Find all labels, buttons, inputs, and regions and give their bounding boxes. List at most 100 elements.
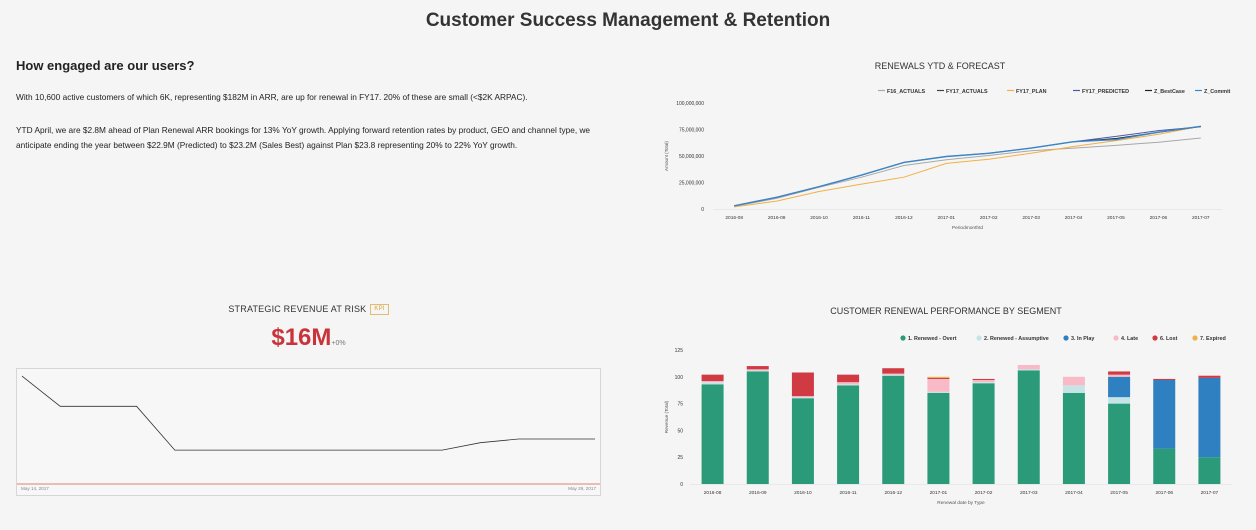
segment-ytick-label-3: 75: [677, 402, 683, 408]
segment-bar-4-3: [882, 373, 905, 375]
segment-bar-4-4: [882, 368, 905, 374]
risk-sparkline-box[interactable]: May 14, 2017 May 29, 2017: [16, 368, 601, 496]
renewals-xlabel: Periodmonthtd: [952, 225, 984, 231]
segment-xtick-label-5: 2017-01: [930, 490, 948, 496]
segment-xtick-label-11: 2017-07: [1201, 490, 1219, 496]
legend-label-2: 3. In Play: [1071, 336, 1094, 342]
segment-xtick-label-2: 2016-10: [794, 490, 812, 496]
renewals-xtick-label-5: 2017-01: [937, 215, 955, 221]
legend-label-5: 7. Expired: [1200, 336, 1226, 342]
kpi-row: $16M+0%: [16, 324, 601, 360]
legend-label-1: 2. Renewed - Assumptive: [984, 336, 1049, 342]
segment-bar-10-0: [1153, 448, 1176, 484]
segment-bar-2-1: [791, 397, 814, 399]
segment-bar-1-4: [746, 366, 769, 370]
segment-bar-9-2: [1108, 376, 1131, 398]
kpi-value: $16M: [271, 324, 332, 351]
segment-bar-8-3: [1062, 376, 1085, 386]
segment-bar-0-1: [701, 382, 724, 385]
segment-bar-9-1: [1108, 397, 1131, 404]
renewals-ytick-label-2: 50,000,000: [679, 154, 704, 160]
risk-title: STRATEGIC REVENUE AT RISK: [228, 304, 367, 314]
segment-bar-11-2: [1198, 377, 1221, 458]
segment-bar-6-1: [972, 382, 995, 384]
renewals-ytick-label-3: 75,000,000: [679, 128, 704, 134]
segment-ytick-label-1: 25: [677, 455, 683, 461]
renewals-xtick-label-8: 2017-04: [1065, 215, 1083, 221]
segment-bar-7-3: [1017, 365, 1040, 370]
renewals-xtick-label-1: 2016-09: [768, 215, 786, 221]
risk-start-date: May 14, 2017: [21, 486, 49, 491]
renewals-title: RENEWALS YTD & FORECAST: [875, 61, 1006, 71]
renewals-xtick-label-9: 2017-05: [1107, 215, 1125, 221]
renewals-ytick-label-1: 25,000,000: [679, 181, 704, 187]
risk-series-line: [21, 375, 595, 451]
segment-bar-9-4: [1108, 371, 1131, 375]
segment-chart: CUSTOMER RENEWAL PERFORMANCE BY SEGMENT 1…: [664, 306, 1232, 506]
engagement-panel: How engaged are our users? With 10,600 a…: [16, 58, 606, 171]
legend-label-1: FY17_ACTUALS: [946, 89, 988, 95]
legend-dot-0: [900, 335, 906, 341]
segment-bar-1-0: [746, 371, 769, 484]
renewals-xtick-label-11: 2017-07: [1192, 215, 1210, 221]
segment-bar-0-3: [701, 381, 724, 383]
segment-bar-8-1: [1062, 385, 1085, 393]
segment-bar-4-1: [882, 374, 905, 376]
renewals-series-line-0: [734, 137, 1201, 207]
segment-bar-11-0: [1198, 457, 1221, 484]
segment-bar-5-4: [927, 377, 950, 379]
renewals-xtick-label-4: 2016-12: [895, 215, 913, 221]
segment-bar-2-4: [791, 372, 814, 397]
segment-ytick-label-2: 50: [677, 428, 683, 434]
segment-xtick-label-1: 2016-09: [749, 490, 767, 496]
segment-bar-9-0: [1108, 403, 1131, 484]
segment-bar-3-1: [837, 384, 860, 386]
segment-bar-8-0: [1062, 392, 1085, 484]
segment-xtick-label-10: 2017-06: [1155, 490, 1173, 496]
legend-dot-3: [1113, 335, 1119, 341]
risk-sparkline: [17, 375, 600, 485]
legend-label-5: Z_Commit: [1204, 89, 1231, 95]
segment-bar-10-2: [1153, 380, 1176, 449]
segment-xtick-label-0: 2016-08: [704, 490, 722, 496]
segment-ylabel: Revenue (Total): [664, 400, 669, 433]
segment-bar-10-4: [1153, 378, 1176, 381]
renewals-ytick-label-0: 0: [701, 207, 704, 213]
segment-xtick-label-4: 2016-12: [884, 490, 902, 496]
risk-title-row: STRATEGIC REVENUE AT RISK KPI: [16, 304, 601, 315]
segment-xtick-label-6: 2017-02: [975, 490, 993, 496]
kpi-delta: +0%: [331, 340, 346, 347]
legend-label-4: Z_BestCase: [1154, 89, 1185, 95]
renewals-series-line-2: [734, 125, 1201, 208]
segment-bar-9-3: [1108, 374, 1131, 377]
renewals-xtick-label-6: 2017-02: [980, 215, 998, 221]
segment-xtick-label-9: 2017-05: [1110, 490, 1128, 496]
segment-xtick-label-8: 2017-04: [1065, 490, 1083, 496]
segment-bar-1-3: [746, 369, 769, 371]
segment-xtick-label-3: 2016-11: [839, 490, 857, 496]
legend-dot-5: [1192, 335, 1198, 341]
segment-bar-2-0: [791, 398, 814, 484]
segment-ytick-label-0: 0: [680, 482, 683, 488]
segment-bar-11-4: [1198, 375, 1221, 378]
risk-end-date: May 29, 2017: [568, 486, 596, 491]
segment-bar-7-0: [1017, 370, 1040, 484]
renewals-xtick-label-2: 2016-10: [810, 215, 828, 221]
renewals-xtick-label-7: 2017-03: [1022, 215, 1040, 221]
renewals-xtick-label-10: 2017-06: [1150, 215, 1168, 221]
segment-bar-6-3: [972, 380, 995, 383]
segment-bar-5-5: [927, 376, 950, 378]
segment-xlabel: Renewal date by Type: [937, 500, 985, 506]
legend-label-3: FY17_PREDICTED: [1082, 89, 1129, 95]
legend-dot-2: [1063, 335, 1069, 341]
legend-label-0: F16_ACTUALS: [887, 89, 925, 95]
page-title: Customer Success Management & Retention: [425, 10, 831, 31]
segment-bar-2-3: [791, 396, 814, 398]
segment-bar-0-0: [701, 384, 724, 484]
engagement-paragraph-2: YTD April, we are $2.8M ahead of Plan Re…: [16, 125, 591, 150]
legend-label-2: FY17_PLAN: [1016, 89, 1047, 95]
engagement-paragraph-1: With 10,600 active customers of which 6K…: [16, 92, 528, 102]
segment-bar-0-4: [701, 374, 724, 382]
segment-bar-5-1: [927, 391, 950, 393]
legend-label-4: 6. Lost: [1160, 336, 1178, 342]
